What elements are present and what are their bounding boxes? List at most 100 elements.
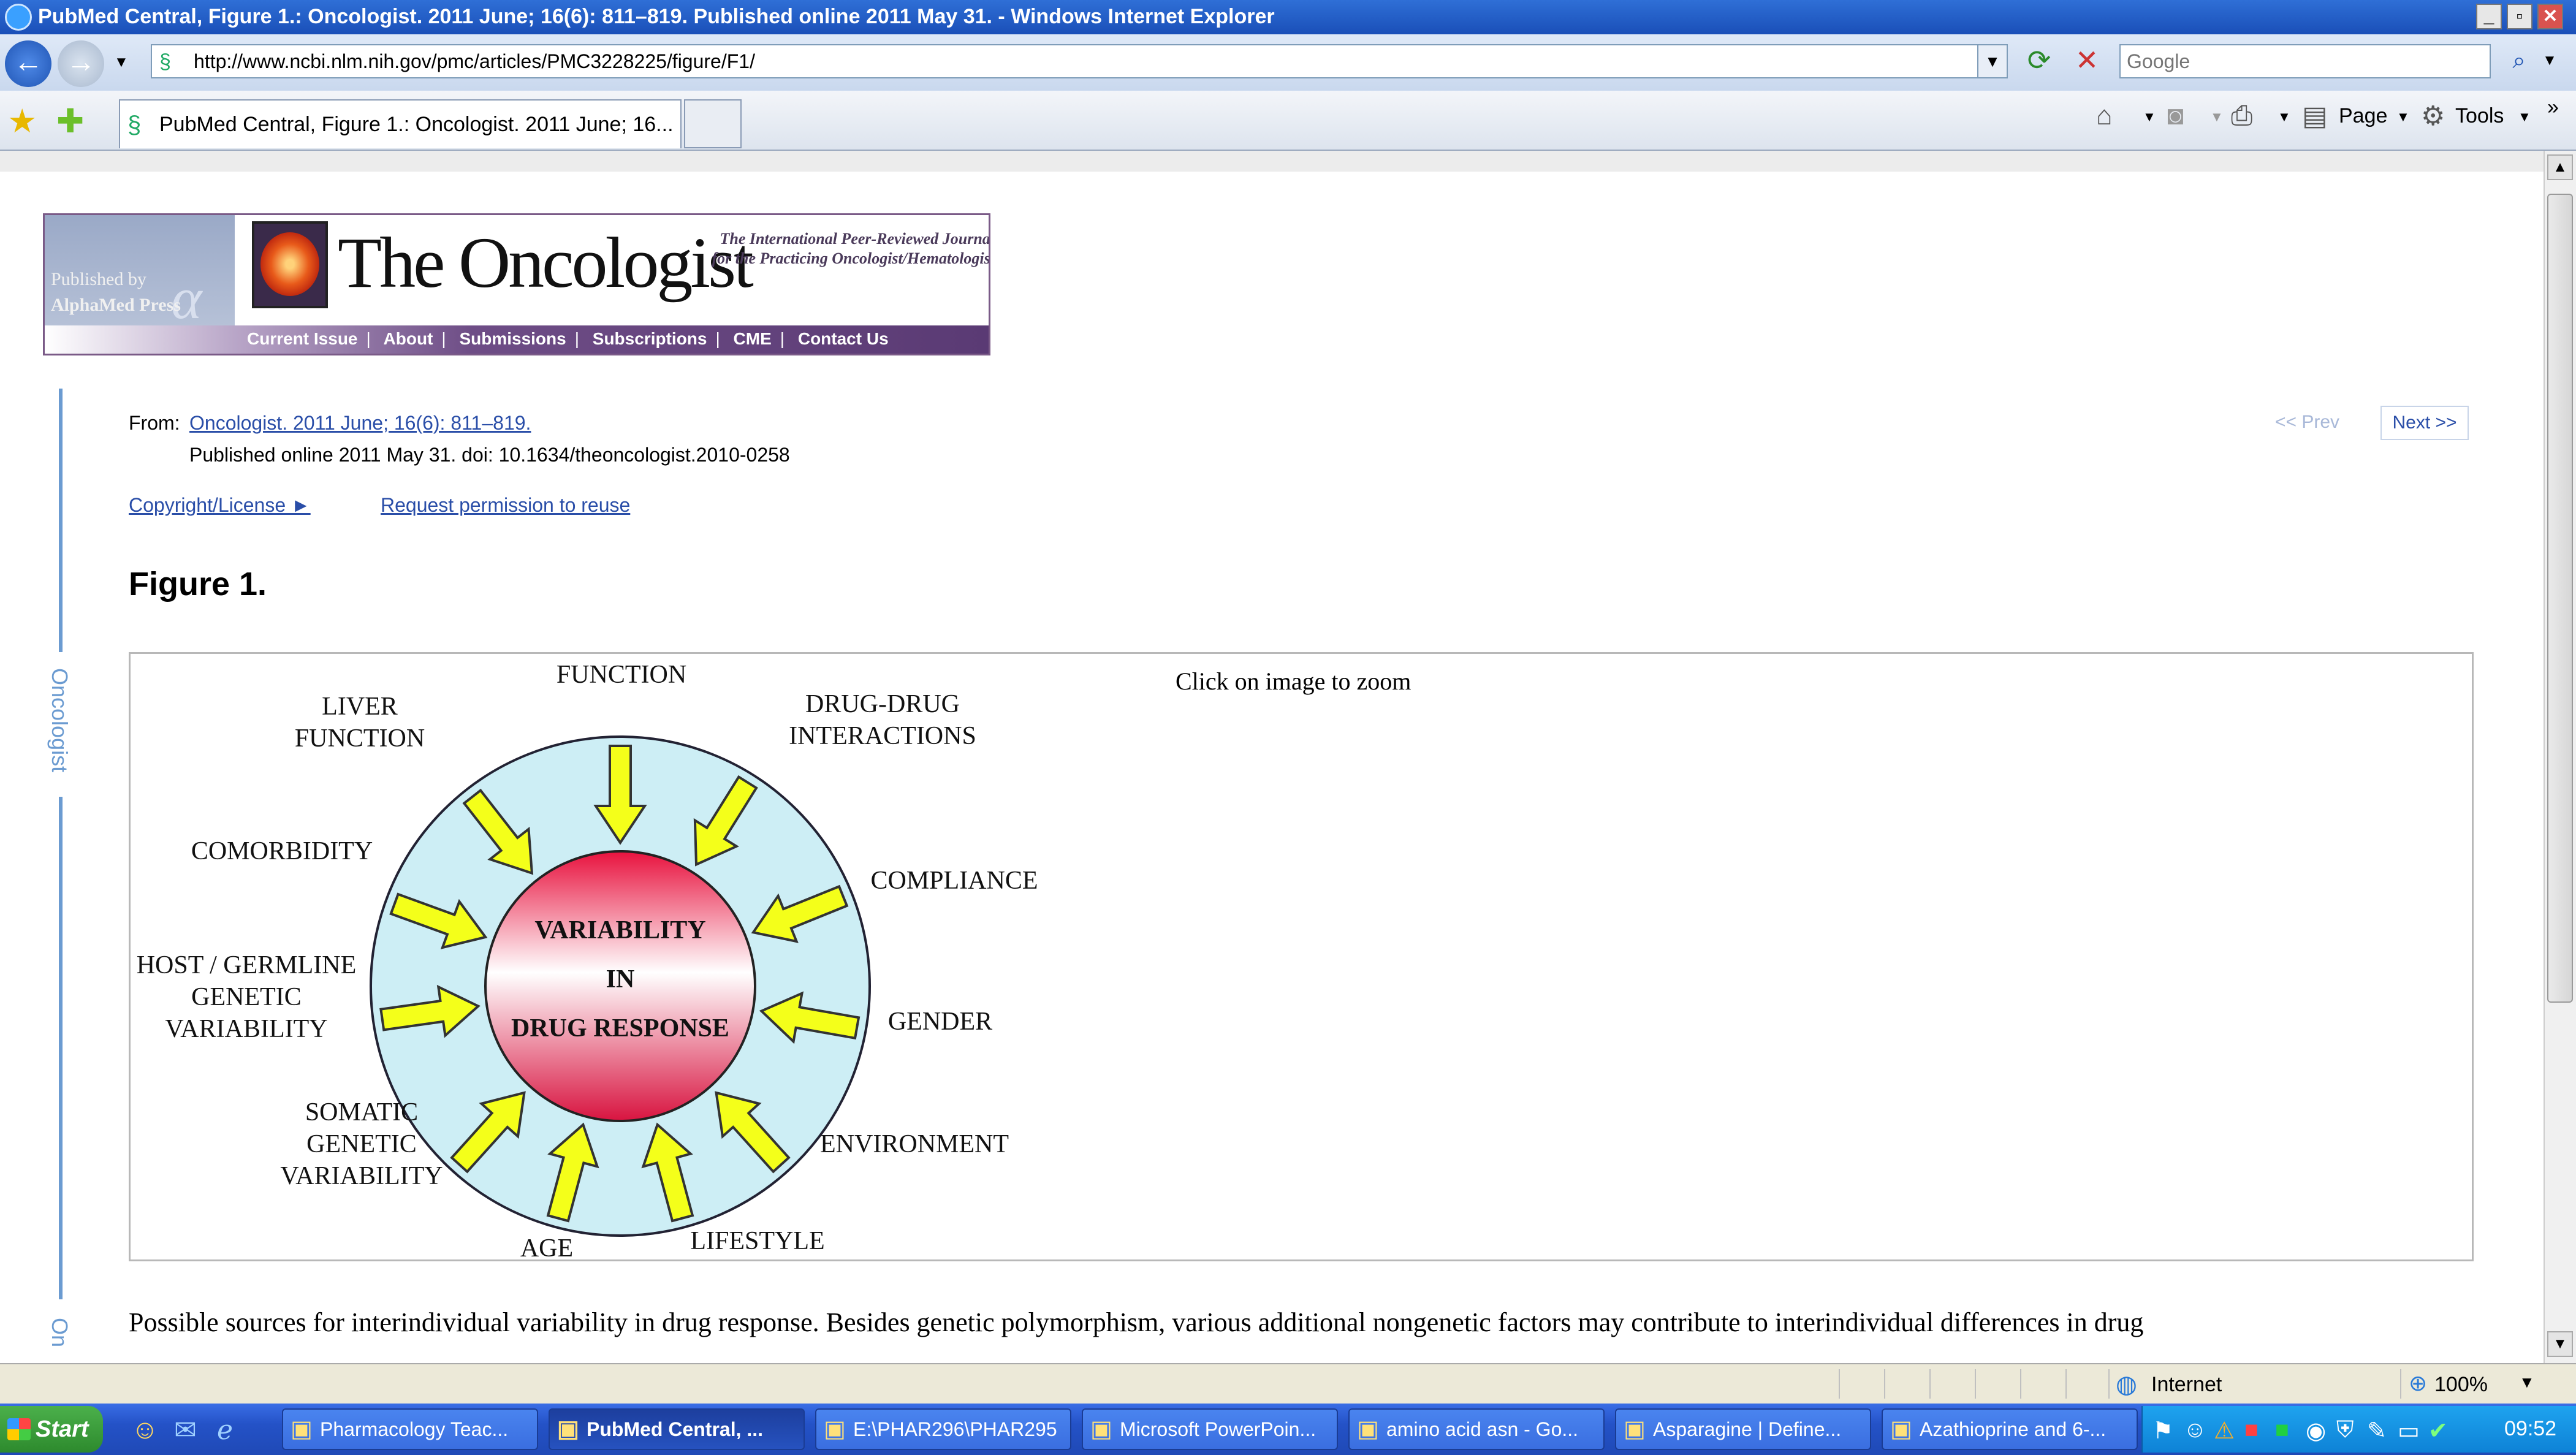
- favorites-star-icon[interactable]: ★: [7, 102, 37, 140]
- feeds-icon[interactable]: ◙: [2167, 101, 2184, 131]
- tray-messenger-icon[interactable]: ☺: [2183, 1417, 2207, 1443]
- home-dropdown-icon[interactable]: ▼: [2143, 109, 2156, 125]
- task-label: amino acid asn - Go...: [1386, 1418, 1579, 1440]
- task-label: Pharmacology Teac...: [320, 1418, 509, 1440]
- taskbar-task[interactable]: ▣ amino acid asn - Go...: [1348, 1408, 1605, 1450]
- status-divider: [2020, 1369, 2021, 1399]
- history-dropdown-icon[interactable]: ▼: [114, 54, 129, 71]
- task-app-icon: ▣: [1890, 1416, 1912, 1442]
- page-icon: §: [159, 50, 171, 74]
- zoom-icon[interactable]: ⊕: [2409, 1370, 2427, 1396]
- page-menu-button[interactable]: Page: [2339, 104, 2387, 128]
- figure-diagram[interactable]: RENAL FUNCTION DRUG-DRUG INTERACTIONS COMPLI…: [130, 653, 1172, 1260]
- maximize-button[interactable]: ▫: [2507, 4, 2532, 29]
- tray-display-icon[interactable]: ▭: [2398, 1417, 2420, 1445]
- side-journal-label[interactable]: Oncologist: [47, 668, 72, 772]
- nav-subscriptions[interactable]: Subscriptions: [593, 329, 707, 348]
- center-label-line: DRUG RESPONSE: [511, 1014, 729, 1043]
- new-tab-button[interactable]: [684, 99, 742, 148]
- address-dropdown-icon[interactable]: ▼: [1977, 44, 2008, 78]
- forward-button[interactable]: →: [58, 40, 104, 87]
- start-button[interactable]: Start: [0, 1406, 103, 1453]
- factor-label: FUNCTION: [557, 661, 686, 689]
- copyright-license-link[interactable]: Copyright/License ►: [129, 494, 311, 517]
- factor-label: COMORBIDITY: [191, 837, 373, 865]
- factor-label: GENETIC: [306, 1130, 417, 1158]
- url-text[interactable]: http://www.ncbi.nlm.nih.gov/pmc/articles…: [194, 50, 755, 73]
- tools-dropdown-icon[interactable]: ▼: [2518, 109, 2531, 125]
- request-permission-link[interactable]: Request permission to reuse: [381, 494, 630, 517]
- address-field[interactable]: § http://www.ncbi.nlm.nih.gov/pmc/articl…: [151, 44, 2008, 78]
- address-toolbar: ← → ▼ § http://www.ncbi.nlm.nih.gov/pmc/…: [0, 34, 2576, 91]
- nav-cme[interactable]: CME: [734, 329, 772, 348]
- taskbar-task[interactable]: ▣ Pharmacology Teac...: [282, 1408, 538, 1450]
- page-menu-icon: ▤: [2302, 101, 2328, 131]
- globe-icon: ◍: [2116, 1371, 2137, 1398]
- figure-caption: Possible sources for interindividual var…: [129, 1307, 2144, 1337]
- tray-network-icon[interactable]: ⚑: [2152, 1417, 2173, 1445]
- scroll-thumb[interactable]: [2547, 194, 2573, 1003]
- zoom-hint: Click on image to zoom: [1176, 667, 1411, 695]
- internet-explorer-icon: [5, 4, 32, 31]
- scroll-up-icon[interactable]: ▲: [2547, 154, 2573, 180]
- status-divider: [1839, 1369, 1840, 1399]
- add-favorites-icon[interactable]: ✚: [56, 102, 84, 140]
- nav-submissions[interactable]: Submissions: [459, 329, 566, 348]
- nav-about[interactable]: About: [384, 329, 433, 348]
- zoom-level[interactable]: 100%: [2434, 1373, 2488, 1397]
- side-journal-label-2[interactable]: On: [47, 1318, 72, 1347]
- status-divider: [2400, 1369, 2401, 1399]
- search-input[interactable]: [2121, 45, 2490, 77]
- home-icon[interactable]: ⌂: [2096, 101, 2113, 131]
- page-dropdown-icon[interactable]: ▼: [2396, 109, 2410, 125]
- back-button[interactable]: ←: [5, 40, 51, 87]
- scroll-down-icon[interactable]: ▼: [2547, 1331, 2573, 1357]
- published-by-label: Published by: [51, 269, 146, 289]
- print-dropdown-icon[interactable]: ▼: [2278, 109, 2291, 125]
- tray-update-icon[interactable]: ⚠: [2214, 1417, 2235, 1445]
- quicklaunch-ie-icon[interactable]: ℯ: [217, 1415, 233, 1446]
- task-app-icon: ▣: [1624, 1416, 1646, 1442]
- journal-tagline-2: for the Practicing Oncologist/Hematologi…: [712, 249, 990, 267]
- journal-banner[interactable]: α Published by AlphaMed Press The Oncolo…: [43, 213, 990, 355]
- search-options-icon[interactable]: ▼: [2537, 44, 2562, 78]
- minimize-button[interactable]: _: [2476, 4, 2502, 29]
- tray-shield-icon[interactable]: ⛨: [2336, 1417, 2354, 1443]
- refresh-icon[interactable]: ⟳: [2020, 42, 2058, 80]
- taskbar: Start ☺ ✉ ℯ ⚑ ☺ ⚠ ■ ■ ◉ ⛨ ✎ ▭ ✔ 09:52 ▣ P…: [0, 1404, 2576, 1455]
- zoom-dropdown-icon[interactable]: ▼: [2519, 1373, 2535, 1392]
- feeds-dropdown-icon[interactable]: ▼: [2210, 109, 2224, 125]
- journal-tagline-1: The International Peer-Reviewed Journal: [720, 230, 990, 248]
- tray-csd-icon[interactable]: ■: [2275, 1417, 2289, 1443]
- quicklaunch-browser-icon[interactable]: ☺: [131, 1415, 159, 1445]
- factor-label: RENAL: [579, 653, 664, 657]
- source-citation-link[interactable]: Oncologist. 2011 June; 16(6): 811–819.: [189, 412, 531, 435]
- system-tray: ⚑ ☺ ⚠ ■ ■ ◉ ⛨ ✎ ▭ ✔ 09:52: [2141, 1406, 2576, 1453]
- stop-icon[interactable]: ✕: [2068, 42, 2106, 80]
- figure-title: Figure 1.: [129, 566, 267, 602]
- task-label: Azathioprine and 6-...: [1920, 1418, 2107, 1440]
- nav-contact-us[interactable]: Contact Us: [798, 329, 889, 348]
- taskbar-task[interactable]: ▣ E:\PHAR296\PHAR295: [815, 1408, 1071, 1450]
- nav-current-issue[interactable]: Current Issue: [247, 329, 358, 348]
- vertical-scrollbar[interactable]: ▲ ▼: [2544, 151, 2576, 1363]
- print-icon[interactable]: ⎙: [2231, 101, 2252, 131]
- factor-label: HOST / GERMLINE: [137, 951, 357, 979]
- tray-security-icon[interactable]: ✔: [2428, 1417, 2448, 1445]
- quicklaunch-email-icon[interactable]: ✉: [174, 1415, 197, 1446]
- tray-tool-icon[interactable]: ✎: [2367, 1417, 2387, 1445]
- next-figure-button[interactable]: Next >>: [2380, 406, 2469, 440]
- chevron-right-icon[interactable]: »: [2547, 96, 2559, 120]
- side-rule: [59, 389, 63, 652]
- search-field[interactable]: [2119, 44, 2491, 78]
- taskbar-task[interactable]: ▣ Asparagine | Define...: [1615, 1408, 1871, 1450]
- taskbar-task[interactable]: ▣ Azathioprine and 6-...: [1882, 1408, 2138, 1450]
- tools-menu-button[interactable]: Tools: [2455, 104, 2504, 128]
- tab-pubmed-figure[interactable]: § PubMed Central, Figure 1.: Oncologist.…: [119, 99, 682, 148]
- close-button[interactable]: ✕: [2537, 4, 2563, 29]
- search-icon[interactable]: ⌕: [2501, 44, 2537, 78]
- taskbar-task[interactable]: ▣ Microsoft PowerPoin...: [1082, 1408, 1338, 1450]
- taskbar-task[interactable]: ▣ PubMed Central, ...: [549, 1408, 805, 1450]
- tray-ati-icon[interactable]: ■: [2244, 1417, 2259, 1443]
- tray-disc-icon[interactable]: ◉: [2306, 1417, 2326, 1445]
